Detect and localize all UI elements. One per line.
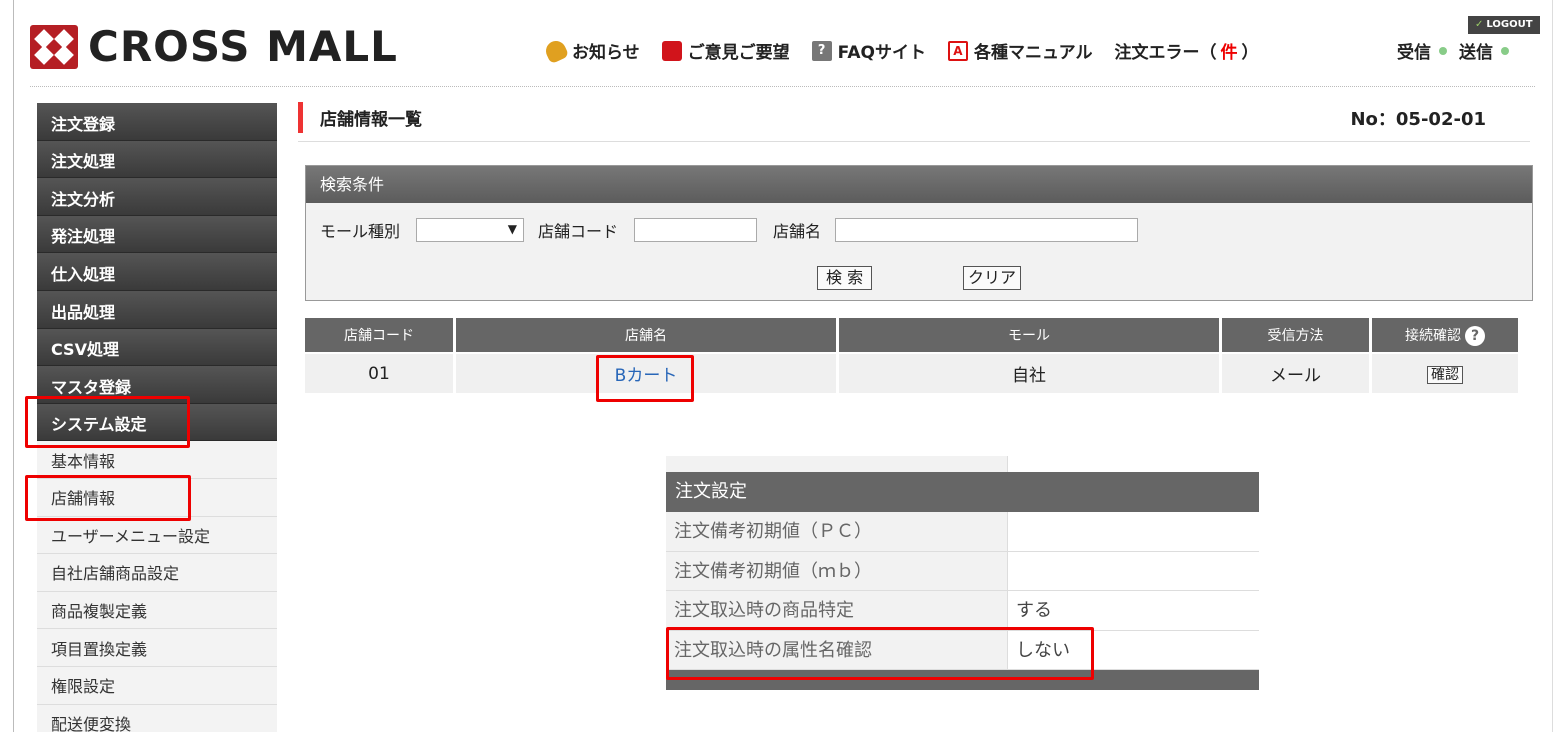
mall-type-label: モール種別 <box>320 222 401 241</box>
submenu-field-replace[interactable]: 項目置換定義 <box>37 629 277 667</box>
question-icon[interactable]: ? <box>1465 325 1485 346</box>
search-panel: 検索条件 モール種別 店舗コード 店舗名 検 索 クリア <box>305 165 1533 301</box>
setting-value <box>1008 512 1016 551</box>
order-error-suffix: ） <box>1241 43 1259 63</box>
page-title-bar: 店舗情報一覧 No：05-02-01 <box>298 100 1530 142</box>
clear-button[interactable]: クリア <box>963 266 1022 290</box>
col-store-code: 店舗コード <box>305 318 453 354</box>
setting-value <box>1008 552 1016 591</box>
order-error-prefix: 注文エラー（ <box>1114 43 1217 63</box>
next-section-header <box>666 670 1259 690</box>
order-settings-heading: 注文設定 <box>666 472 1259 512</box>
store-code-input[interactable] <box>634 218 758 242</box>
submenu-permissions[interactable]: 権限設定 <box>37 666 277 705</box>
sidebar: 注文登録 注文処理 注文分析 発注処理 仕入処理 出品処理 CSV処理 マスタ登… <box>37 103 277 732</box>
submenu-basic-info[interactable]: 基本情報 <box>37 441 277 479</box>
nav-feedback-label: ご意見ご要望 <box>687 43 790 63</box>
order-error-count: 件 <box>1220 43 1238 63</box>
submenu-product-copy[interactable]: 商品複製定義 <box>37 591 277 630</box>
search-panel-heading: 検索条件 <box>306 166 1532 203</box>
receive-label[interactable]: 受信 <box>1397 38 1431 63</box>
submenu-store-info[interactable]: 店舗情報 <box>37 478 277 517</box>
cell-mall: 自社 <box>839 354 1219 393</box>
store-name-label: 店舗名 <box>773 222 822 241</box>
search-fields: モール種別 店舗コード 店舗名 <box>320 218 1139 242</box>
store-table: 店舗コード 店舗名 モール 受信方法 接続確認? 01 Bカート 自社 メール … <box>302 318 1521 393</box>
setting-key: 注文取込時の商品特定 <box>666 591 1008 630</box>
col-store-name: 店舗名 <box>456 318 836 354</box>
setting-key: 注文取込時の属性名確認 <box>666 630 1008 669</box>
search-button[interactable]: 検 索 <box>817 266 873 290</box>
title-accent-bar <box>298 102 303 133</box>
setting-value: する <box>1016 600 1052 621</box>
page-frame-right <box>1552 0 1553 732</box>
cell-store-name: Bカート <box>456 354 836 393</box>
top-nav: お知らせ ご意見ご要望 ? FAQサイト A 各種マニュアル 注文エラー（ 件 … <box>542 37 1280 64</box>
snippet-top <box>666 456 1259 472</box>
menu-master[interactable]: マスタ登録 <box>37 366 277 404</box>
menu-listing[interactable]: 出品処理 <box>37 290 277 329</box>
connection-check-button[interactable]: 確認 <box>1427 365 1463 384</box>
submenu-own-store-products[interactable]: 自社店舗商品設定 <box>37 554 277 592</box>
setting-value: しない <box>1016 639 1070 661</box>
receive-status-dot <box>1439 46 1447 55</box>
page-number: No：05-02-01 <box>1350 109 1486 130</box>
mall-type-select[interactable] <box>416 218 525 242</box>
cell-connection-check: 確認 <box>1372 354 1518 393</box>
nav-faq[interactable]: ? FAQサイト <box>811 38 926 63</box>
logout-button[interactable]: ✓ LOGOUT <box>1468 16 1540 34</box>
table-row: 01 Bカート 自社 メール 確認 <box>305 354 1518 393</box>
nav-faq-label: FAQサイト <box>837 43 926 63</box>
setting-row: 注文備考初期値（ｍｂ） <box>666 551 1259 591</box>
col-connection-check: 接続確認? <box>1372 318 1518 354</box>
col-mall: モール <box>839 318 1219 354</box>
menu-order-analysis[interactable]: 注文分析 <box>37 178 277 216</box>
bell-icon <box>542 37 570 64</box>
pdf-icon: A <box>947 40 968 61</box>
brand-name: CROSS MALL <box>88 22 398 71</box>
submenu-shipping-convert[interactable]: 配送便変換 <box>37 704 277 732</box>
col-connection-check-label: 接続確認 <box>1405 327 1461 344</box>
setting-key: 注文備考初期値（ｍｂ） <box>666 551 1008 590</box>
nav-manuals-label: 各種マニュアル <box>973 43 1093 63</box>
order-settings-panel: 注文設定 注文備考初期値（ＰＣ） 注文備考初期値（ｍｂ） 注文取込時の商品特定 … <box>666 456 1259 690</box>
table-header-row: 店舗コード 店舗名 モール 受信方法 接続確認? <box>305 318 1518 354</box>
send-status-dot <box>1501 46 1509 55</box>
setting-row: 注文取込時の属性名確認 しない <box>666 630 1259 670</box>
setting-key: 注文備考初期値（ＰＣ） <box>666 512 1008 551</box>
logo-mark-icon <box>30 24 78 69</box>
setting-row: 注文取込時の商品特定 する <box>666 591 1259 631</box>
menu-stocking[interactable]: 仕入処理 <box>37 253 277 291</box>
brand-logo[interactable]: CROSS MALL <box>30 22 398 71</box>
help-icon: ? <box>811 40 832 61</box>
sync-status: 受信 送信 <box>1397 38 1521 63</box>
logout-label: LOGOUT <box>1486 19 1533 30</box>
store-code-label: 店舗コード <box>538 222 619 241</box>
cell-store-code: 01 <box>305 354 453 393</box>
nav-manuals[interactable]: A 各種マニュアル <box>947 38 1093 63</box>
menu-order-processing[interactable]: 注文処理 <box>37 140 277 179</box>
nav-feedback[interactable]: ご意見ご要望 <box>661 38 790 63</box>
menu-order-entry[interactable]: 注文登録 <box>37 103 277 141</box>
nav-order-errors[interactable]: 注文エラー（ 件 ） <box>1114 38 1258 63</box>
mailbox-icon <box>661 40 682 61</box>
menu-csv[interactable]: CSV処理 <box>37 328 277 367</box>
nav-news[interactable]: お知らせ <box>542 37 640 64</box>
header-divider <box>30 86 1535 87</box>
submenu-user-menu[interactable]: ユーザーメニュー設定 <box>37 516 277 555</box>
page-frame-left <box>13 0 14 732</box>
setting-row: 注文備考初期値（ＰＣ） <box>666 512 1259 552</box>
store-name-input[interactable] <box>835 218 1139 242</box>
store-name-link[interactable]: Bカート <box>615 366 678 386</box>
col-receive-method: 受信方法 <box>1222 318 1369 354</box>
page-title: 店舗情報一覧 <box>320 110 422 130</box>
menu-purchase-order[interactable]: 発注処理 <box>37 215 277 254</box>
cell-receive-method: メール <box>1222 354 1369 393</box>
nav-news-label: お知らせ <box>572 43 640 63</box>
send-label[interactable]: 送信 <box>1459 38 1493 63</box>
check-icon: ✓ <box>1475 19 1484 30</box>
menu-system-settings[interactable]: システム設定 <box>37 403 277 442</box>
